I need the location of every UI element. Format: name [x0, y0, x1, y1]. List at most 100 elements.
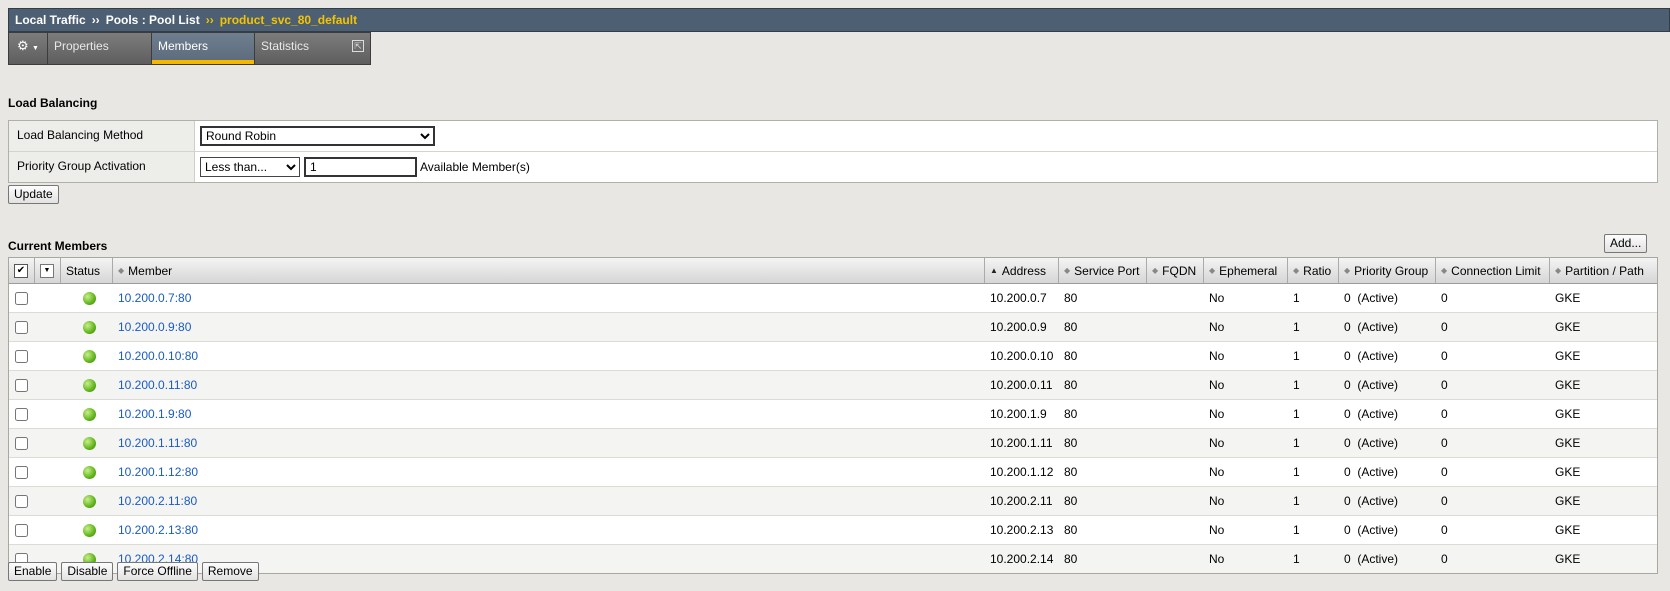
ratio-cell: 1 — [1293, 552, 1300, 566]
table-header: ✔ ▼ Status ◆ Member ▲ Address ◆ Service Por… — [9, 258, 1657, 284]
add-member-button[interactable]: Add... — [1604, 234, 1648, 253]
tab-properties[interactable]: Properties — [48, 33, 152, 64]
member-link[interactable]: 10.200.2.13:80 — [118, 523, 198, 537]
ephemeral-cell: No — [1209, 320, 1225, 334]
update-button[interactable]: Update — [8, 185, 59, 204]
header-ratio[interactable]: ◆ Ratio — [1288, 258, 1339, 283]
partition-path-cell: GKE — [1555, 349, 1581, 363]
member-cell: 10.200.1.9:80 — [113, 400, 985, 428]
member-link[interactable]: 10.200.1.9:80 — [118, 407, 191, 421]
header-member[interactable]: ◆ Member — [113, 258, 985, 283]
priority-count-input[interactable] — [304, 157, 417, 177]
header-partition-path[interactable]: ◆ Partition / Path — [1550, 258, 1649, 283]
member-rows: 10.200.0.7:80 10.200.0.7 80 No 1 0 (Active) 0 G… — [9, 284, 1657, 573]
header-status: Status — [61, 258, 113, 283]
priority-suffix: Available Member(s) — [420, 160, 530, 174]
gear-icon: ⚙ — [17, 38, 29, 53]
ephemeral-cell: No — [1209, 378, 1225, 392]
remove-button[interactable]: Remove — [201, 562, 259, 581]
status-available-icon — [83, 407, 96, 421]
header-column-menu[interactable]: ▼ — [35, 258, 61, 283]
header-member-label: Member — [128, 263, 173, 278]
partition-path-cell: GKE — [1555, 320, 1581, 334]
service-port-cell: 80 — [1064, 378, 1078, 392]
ephemeral-cell: No — [1209, 523, 1225, 537]
ratio-cell: 1 — [1293, 465, 1300, 479]
header-select-all[interactable]: ✔ — [9, 258, 35, 283]
priority-group-cell: 0 (Active) — [1344, 378, 1399, 392]
member-link[interactable]: 10.200.0.11:80 — [118, 378, 197, 392]
status-cell — [61, 284, 113, 312]
sort-icon: ◆ — [1441, 266, 1448, 275]
popout-icon[interactable]: ⇱ — [352, 40, 364, 52]
fqdn-cell — [1147, 545, 1204, 573]
breadcrumb-pool-list[interactable]: Pools : Pool List — [106, 13, 200, 27]
table-row: 10.200.1.9:80 10.200.1.9 80 No 1 0 (Active) 0 G… — [9, 400, 1657, 429]
header-address[interactable]: ▲ Address — [985, 258, 1059, 283]
status-cell — [61, 342, 113, 370]
member-link[interactable]: 10.200.1.11:80 — [118, 436, 197, 450]
tab-members[interactable]: Members — [152, 33, 255, 64]
breadcrumb-separator: ›› — [91, 13, 100, 27]
member-link[interactable]: 10.200.1.12:80 — [118, 465, 198, 479]
breadcrumb-local-traffic[interactable]: Local Traffic — [15, 13, 86, 27]
fqdn-cell — [1147, 516, 1204, 544]
partition-path-cell: GKE — [1555, 552, 1581, 566]
disable-button[interactable]: Disable — [61, 562, 114, 581]
header-service-port[interactable]: ◆ Service Port — [1059, 258, 1147, 283]
force-offline-button[interactable]: Force Offline — [117, 562, 198, 581]
member-cell: 10.200.1.12:80 — [113, 458, 985, 486]
header-connection-limit[interactable]: ◆ Connection Limit — [1436, 258, 1550, 283]
row-checkbox[interactable] — [15, 320, 28, 334]
row-checkbox[interactable] — [15, 494, 28, 508]
row-checkbox[interactable] — [15, 291, 28, 305]
connection-limit-cell: 0 — [1441, 552, 1448, 566]
row-spacer — [35, 284, 61, 312]
member-link[interactable]: 10.200.2.11:80 — [118, 494, 197, 508]
priority-group-select[interactable]: Less than... — [200, 157, 300, 177]
breadcrumb: Local Traffic ›› Pools : Pool List ›› produc… — [8, 8, 1670, 32]
partition-path-cell: GKE — [1555, 407, 1581, 421]
chevron-down-icon: ▼ — [40, 263, 54, 278]
service-port-cell: 80 — [1064, 436, 1078, 450]
row-checkbox[interactable] — [15, 349, 28, 363]
row-checkbox[interactable] — [15, 523, 28, 537]
member-cell: 10.200.0.10:80 — [113, 342, 985, 370]
row-spacer — [35, 342, 61, 370]
row-checkbox[interactable] — [15, 436, 28, 450]
ratio-cell: 1 — [1293, 523, 1300, 537]
header-ratio-label: Ratio — [1303, 263, 1332, 278]
member-cell: 10.200.0.7:80 — [113, 284, 985, 312]
row-checkbox-cell — [9, 284, 35, 312]
header-priority-group[interactable]: ◆ Priority Group — [1339, 258, 1436, 283]
partition-path-cell: GKE — [1555, 436, 1581, 450]
lb-method-select[interactable]: Round Robin — [200, 126, 435, 146]
ephemeral-cell: No — [1209, 465, 1225, 479]
table-row: 10.200.2.13:80 10.200.2.13 80 No 1 0 (Active)… — [9, 516, 1657, 545]
header-fqdn[interactable]: ◆ FQDN — [1147, 258, 1204, 283]
connection-limit-cell: 0 — [1441, 465, 1448, 479]
fqdn-cell — [1147, 487, 1204, 515]
sort-icon: ◆ — [118, 266, 125, 275]
member-link[interactable]: 10.200.0.10:80 — [118, 349, 198, 363]
address-cell: 10.200.0.11 — [990, 378, 1053, 392]
member-link[interactable]: 10.200.0.7:80 — [118, 291, 191, 305]
status-cell — [61, 371, 113, 399]
priority-group-cell: 0 (Active) — [1344, 552, 1399, 566]
member-link[interactable]: 10.200.0.9:80 — [118, 320, 191, 334]
tab-statistics[interactable]: Statistics ⇱ — [255, 33, 370, 64]
enable-button[interactable]: Enable — [8, 562, 58, 581]
ratio-cell: 1 — [1293, 436, 1300, 450]
fqdn-cell — [1147, 429, 1204, 457]
fqdn-cell — [1147, 371, 1204, 399]
header-ephemeral[interactable]: ◆ Ephemeral — [1204, 258, 1288, 283]
tab-gear-menu[interactable]: ⚙ ▼ — [9, 33, 48, 64]
row-checkbox[interactable] — [15, 378, 28, 392]
member-actions: Enable Disable Force Offline Remove — [8, 562, 259, 581]
row-checkbox-cell — [9, 458, 35, 486]
address-cell: 10.200.1.12 — [990, 465, 1054, 479]
member-cell: 10.200.1.11:80 — [113, 429, 985, 457]
load-balancing-properties: Load Balancing Method Round Robin Priori… — [8, 120, 1658, 183]
row-checkbox[interactable] — [15, 407, 28, 421]
row-checkbox[interactable] — [15, 465, 28, 479]
